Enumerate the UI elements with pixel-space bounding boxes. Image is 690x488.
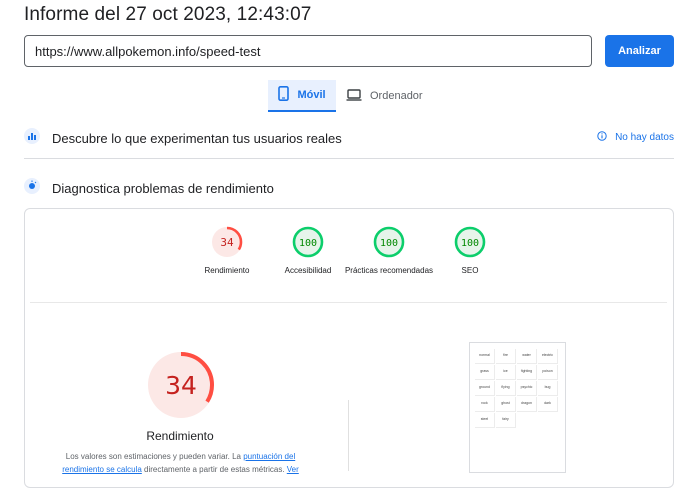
section-divider: [24, 158, 674, 159]
no-data-label: No hay datos: [615, 132, 674, 143]
gauge-icon: 100: [292, 226, 324, 258]
report-title: Informe del 27 oct 2023, 12:43:07: [24, 4, 312, 25]
thumbnail-cell: poison: [538, 365, 558, 380]
gauge-icon: 100: [373, 226, 405, 258]
thumbnail-cell: ground: [475, 381, 495, 396]
description-text-2: directamente a partir de estas métricas.: [141, 465, 287, 474]
thumbnail-cell: bug: [538, 381, 558, 396]
thumbnail-cell: ghost: [496, 397, 516, 412]
thumbnail-grid: normal fire water electric grass ice fighting p…: [475, 349, 558, 428]
diagnostics-title: Diagnostica problemas de rendimiento: [52, 180, 274, 196]
vertical-divider: [348, 400, 349, 471]
description-text: Los valores son estimaciones y pueden va…: [65, 452, 244, 461]
thumbnail-cell: flying: [496, 381, 516, 396]
page-screenshot-thumbnail: normal fire water electric grass ice fighting p…: [469, 342, 566, 473]
thumbnail-cell: ice: [496, 365, 516, 380]
laptop-icon: [346, 88, 362, 104]
score-label: Accesibilidad: [284, 266, 332, 275]
score-label: SEO: [461, 266, 479, 275]
score-gauge-seo[interactable]: 100 SEO: [425, 225, 515, 277]
score-gauge-accessibility[interactable]: 100 Accesibilidad: [263, 225, 353, 277]
score-value: 100: [461, 238, 479, 249]
thumbnail-cell: steel: [475, 413, 495, 428]
url-input[interactable]: [24, 35, 592, 67]
thumbnail-cell: normal: [475, 349, 495, 364]
main-score-value: 34: [165, 371, 197, 400]
score-value: 100: [380, 238, 398, 249]
thumbnail-cell: psychic: [517, 381, 537, 396]
see-calculator-link[interactable]: Ver: [287, 465, 299, 474]
thumbnail-cell: fighting: [517, 365, 537, 380]
no-data-link[interactable]: No hay datos: [597, 131, 674, 144]
score-label: Prácticas recomendadas: [344, 266, 434, 275]
gauge-icon: 34: [211, 226, 243, 258]
thumbnail-cell: dragon: [517, 397, 537, 412]
score-value: 34: [220, 236, 234, 249]
crux-section-header: Descubre lo que experimentan tus usuario…: [24, 127, 674, 149]
smartphone-icon: [278, 86, 290, 104]
card-divider: [30, 302, 667, 303]
users-chart-icon: [24, 127, 40, 149]
thumbnail-cell: dark: [538, 397, 558, 412]
score-value: 100: [299, 238, 317, 249]
thumbnail-cell: electric: [538, 349, 558, 364]
thumbnail-cell: grass: [475, 365, 495, 380]
tab-mobile-label: Móvil: [297, 89, 326, 101]
score-gauge-best-practices[interactable]: 100 Prácticas recomendadas: [344, 225, 434, 277]
thumbnail-cell: fire: [496, 349, 516, 364]
thumbnail-cell: fairy: [496, 413, 516, 428]
tab-desktop-label: Ordenador: [370, 90, 423, 102]
info-icon: [597, 131, 607, 144]
lighthouse-icon: [24, 177, 40, 199]
analyze-button[interactable]: Analizar: [605, 35, 674, 67]
tab-desktop[interactable]: Ordenador: [346, 80, 436, 112]
crux-title: Descubre lo que experimentan tus usuario…: [52, 130, 342, 146]
thumbnail-cell: rock: [475, 397, 495, 412]
main-performance-gauge: 34: [148, 352, 214, 418]
main-score-description: Los valores son estimaciones y pueden va…: [48, 450, 313, 476]
main-score-label: Rendimiento: [146, 429, 214, 443]
score-gauge-performance[interactable]: 34 Rendimiento: [182, 225, 272, 277]
diagnostics-section-header: Diagnostica problemas de rendimiento: [24, 177, 674, 199]
gauge-icon: 100: [454, 226, 486, 258]
score-label: Rendimiento: [204, 266, 250, 275]
thumbnail-cell: water: [517, 349, 537, 364]
tab-mobile[interactable]: Móvil: [268, 80, 336, 112]
